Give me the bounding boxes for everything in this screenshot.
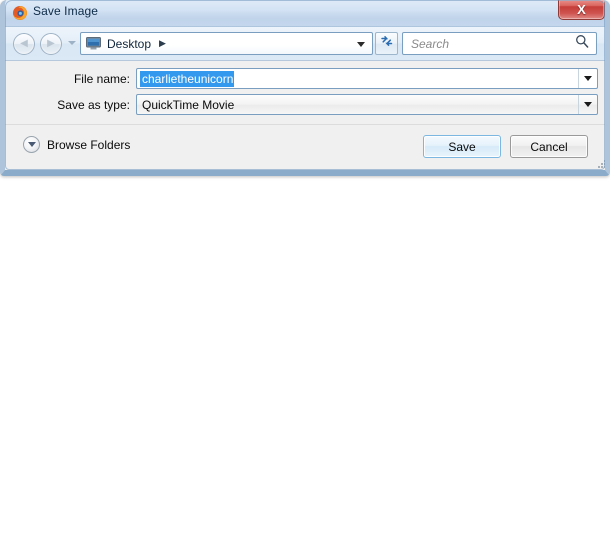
history-dropdown-icon[interactable] [68,41,76,45]
address-bar[interactable]: Desktop ▶ [80,32,373,55]
chevron-down-circle-icon [23,136,40,153]
save-button[interactable]: Save [423,135,501,158]
navigation-bar: ◀ ▶ Desktop ▶ Search [5,27,605,61]
breadcrumb-desktop[interactable]: Desktop [107,37,151,51]
breadcrumb-separator-icon[interactable]: ▶ [159,39,166,48]
dialog-footer: Browse Folders Save Cancel [5,124,605,170]
file-name-label: File name: [73,72,130,86]
browse-folders-label: Browse Folders [47,137,131,152]
save-as-type-select[interactable]: QuickTime Movie [136,94,598,115]
window-title: Save Image [33,4,99,18]
search-box[interactable]: Search [402,32,597,55]
address-dropdown-icon[interactable] [357,42,365,47]
desktop-icon [86,37,101,50]
file-name-value[interactable]: charlietheunicorn [140,70,235,87]
form-area: File name: charlietheunicorn Save as typ… [5,61,605,124]
save-as-type-value: QuickTime Movie [142,97,235,112]
firefox-icon [12,5,28,21]
chevron-down-icon [584,102,592,107]
cancel-button[interactable]: Cancel [510,135,588,158]
resize-grip-icon[interactable] [596,158,605,169]
file-name-dropdown-button[interactable] [578,69,597,88]
chevron-down-icon [584,76,592,81]
search-icon [575,34,589,53]
search-input[interactable]: Search [411,37,575,51]
save-as-type-dropdown-button[interactable] [578,95,597,114]
close-icon: X [577,2,586,17]
forward-button[interactable]: ▶ [40,33,62,55]
save-as-type-label: Save as type: [57,98,130,112]
save-image-dialog: Save Image X ◀ ▶ Desktop ▶ Search File n… [0,0,610,176]
back-button[interactable]: ◀ [13,33,35,55]
back-arrow-icon: ◀ [20,38,28,49]
refresh-icon [380,34,394,53]
title-bar: Save Image X [5,0,605,27]
refresh-button[interactable] [375,32,398,55]
close-button[interactable]: X [558,0,605,20]
forward-arrow-icon: ▶ [47,38,55,49]
screen: Save Image X ◀ ▶ Desktop ▶ Search File n… [0,0,610,547]
file-name-input[interactable]: charlietheunicorn [136,68,598,89]
browse-folders-button[interactable]: Browse Folders [23,136,130,153]
